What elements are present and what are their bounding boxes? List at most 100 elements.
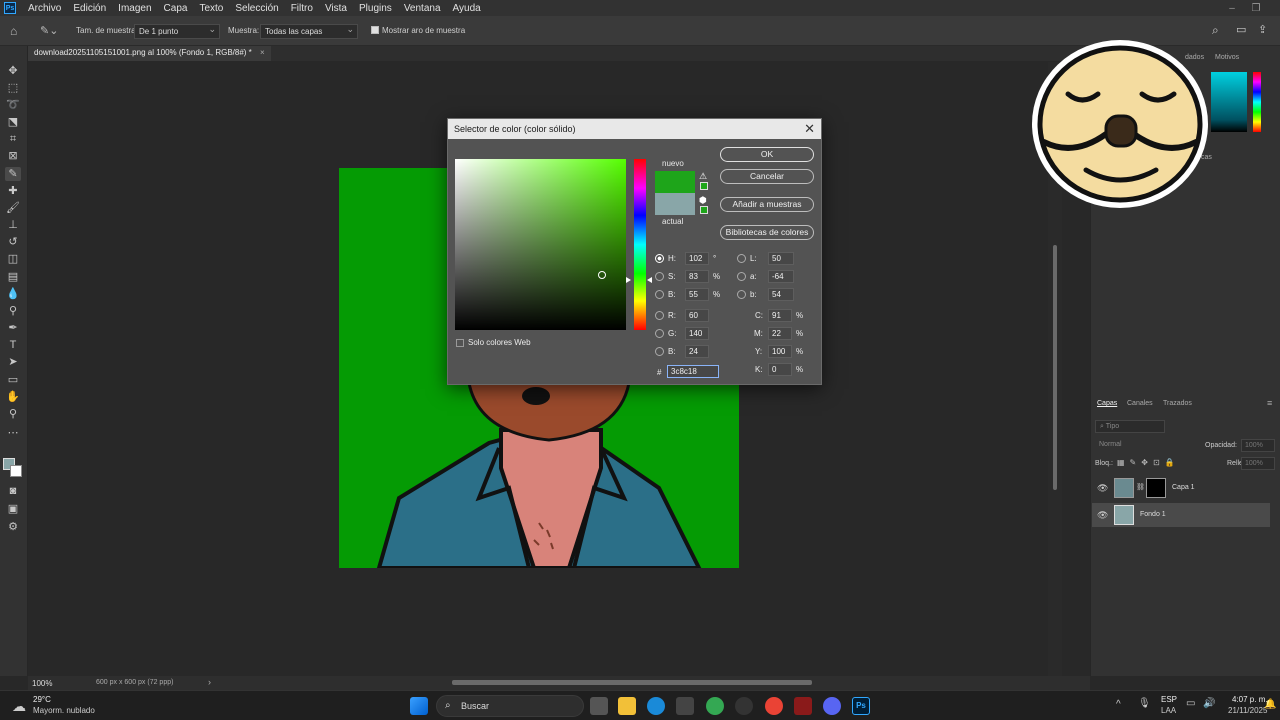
b-input[interactable]: 24	[685, 345, 709, 358]
photoshop-taskbar-icon[interactable]: Ps	[852, 697, 870, 715]
task-view-icon[interactable]	[590, 697, 608, 715]
fill-input[interactable]: 100%	[1241, 457, 1275, 470]
y-input[interactable]: 100	[768, 345, 792, 358]
menu-seleccion[interactable]: Selección	[229, 3, 284, 14]
notification-bell-icon[interactable]: 🔔	[1264, 699, 1276, 710]
m-input[interactable]: 22	[768, 327, 792, 340]
clock-time[interactable]: 4:07 p. m.	[1232, 695, 1268, 704]
workspace-icon[interactable]: ▭	[1236, 23, 1246, 36]
move-tool-icon[interactable]: ✥	[5, 64, 21, 78]
stamp-tool-icon[interactable]: ⊥	[5, 218, 21, 232]
taskbar-search[interactable]: ⌕ Buscar	[436, 695, 584, 717]
visibility-eye-icon[interactable]: 👁	[1097, 483, 1108, 494]
weather-temp[interactable]: 29°C	[33, 695, 51, 704]
clock-date[interactable]: 21/11/2025	[1228, 706, 1267, 715]
healing-tool-icon[interactable]: ✚	[5, 184, 21, 198]
blur-tool-icon[interactable]: 💧	[5, 287, 21, 301]
layer-mask-thumbnail[interactable]	[1146, 478, 1166, 498]
close-tab-icon[interactable]: ×	[260, 48, 265, 57]
sample-size-select[interactable]: De 1 punto	[134, 24, 220, 39]
microphone-icon[interactable]: 🎙	[1138, 698, 1151, 709]
web-only-checkbox[interactable]	[456, 339, 464, 347]
more-tools-icon[interactable]: ⋯	[5, 426, 21, 440]
document-tab[interactable]: download20251105151001.png al 100% (Fond…	[28, 46, 271, 61]
dodge-tool-icon[interactable]: ⚲	[5, 304, 21, 318]
shape-tool-icon[interactable]: ▭	[5, 373, 21, 387]
menu-ayuda[interactable]: Ayuda	[447, 3, 487, 14]
app-icon[interactable]	[735, 697, 753, 715]
share-icon[interactable]: ⇪	[1258, 23, 1267, 36]
chrome-profile-icon[interactable]	[765, 697, 783, 715]
history-brush-icon[interactable]: ↺	[5, 235, 21, 249]
weather-desc[interactable]: Mayorm. nublado	[33, 706, 95, 715]
zoom-level[interactable]: 100%	[32, 679, 52, 688]
layer-row-fondo1[interactable]: 👁 Fondo 1	[1092, 503, 1270, 527]
s-input[interactable]: 83	[685, 270, 709, 283]
k-input[interactable]: 0	[768, 363, 792, 376]
store-icon[interactable]	[676, 697, 694, 715]
status-chevron-icon[interactable]: ›	[208, 677, 211, 687]
radio-r[interactable]	[655, 311, 664, 320]
tab-canales[interactable]: Canales	[1127, 400, 1153, 407]
color-panel-hue[interactable]	[1253, 72, 1261, 132]
r-input[interactable]: 60	[685, 309, 709, 322]
screen-mode-icon[interactable]: ▣	[5, 502, 21, 516]
discord-icon[interactable]	[823, 697, 841, 715]
menu-ventana[interactable]: Ventana	[398, 3, 447, 14]
tab-motivos[interactable]: Motivos	[1215, 54, 1239, 61]
panel-menu-icon[interactable]: ≡	[1267, 398, 1272, 408]
gradient-tool-icon[interactable]: ▤	[5, 270, 21, 284]
radio-l[interactable]	[737, 254, 746, 263]
tray-chevron-icon[interactable]: ^	[1116, 699, 1121, 710]
close-icon[interactable]: ✕	[804, 121, 815, 137]
radio-lab-b[interactable]	[737, 290, 746, 299]
lasso-tool-icon[interactable]: ➰	[5, 98, 21, 112]
language-sub[interactable]: LAA	[1161, 706, 1176, 715]
network-icon[interactable]: ▭	[1186, 698, 1195, 709]
menu-capa[interactable]: Capa	[158, 3, 194, 14]
chain-link-icon[interactable]: ⛓	[1136, 483, 1145, 491]
current-color-swatch[interactable]	[655, 193, 695, 215]
menu-imagen[interactable]: Imagen	[112, 3, 157, 14]
restore-icon[interactable]: ❐	[1244, 0, 1268, 16]
background-color-swatch[interactable]	[10, 465, 22, 477]
lock-icons[interactable]: ▦✎✥⊡🔒	[1117, 458, 1180, 467]
radio-bright[interactable]	[655, 290, 664, 299]
sample-select[interactable]: Todas las capas	[260, 24, 358, 39]
marquee-tool-icon[interactable]: ⬚	[5, 81, 21, 95]
l-input[interactable]: 50	[768, 252, 794, 265]
radio-g[interactable]	[655, 329, 664, 338]
file-explorer-icon[interactable]	[618, 697, 636, 715]
bright-input[interactable]: 55	[685, 288, 709, 301]
pen-tool-icon[interactable]: ✒	[5, 321, 21, 335]
eraser-tool-icon[interactable]: ◫	[5, 252, 21, 266]
gamut-swatch[interactable]	[700, 182, 708, 190]
windows-start-icon[interactable]	[410, 697, 428, 715]
volume-icon[interactable]: 🔊	[1203, 698, 1215, 709]
layer-row-capa1[interactable]: 👁 ⛓ Capa 1	[1092, 476, 1270, 500]
hue-right-arrow[interactable]	[647, 277, 652, 283]
visibility-eye-icon[interactable]: 👁	[1097, 510, 1108, 521]
color-field[interactable]	[455, 159, 626, 330]
vertical-scroll-thumb[interactable]	[1053, 245, 1057, 490]
radio-s[interactable]	[655, 272, 664, 281]
minimize-icon[interactable]: –	[1220, 0, 1244, 16]
hue-left-arrow[interactable]	[626, 277, 631, 283]
crop-tool-icon[interactable]: ⌗	[5, 132, 21, 146]
menu-vista[interactable]: Vista	[319, 3, 353, 14]
blend-mode-select[interactable]: Normal	[1095, 439, 1185, 452]
tab-trazados[interactable]: Trazados	[1163, 400, 1192, 407]
a-input[interactable]: -64	[768, 270, 794, 283]
generative-icon[interactable]: ⚙	[5, 520, 21, 534]
tab-capas[interactable]: Capas	[1097, 400, 1117, 407]
add-swatch-button[interactable]: Añadir a muestras	[720, 197, 814, 212]
layer-filter-input[interactable]: ⌕ Tipo	[1095, 420, 1165, 433]
web-safe-warning-icon[interactable]: ⬢	[699, 195, 707, 206]
language-indicator[interactable]: ESP	[1161, 695, 1177, 704]
path-select-icon[interactable]: ➤	[5, 355, 21, 369]
home-icon[interactable]: ⌂	[10, 24, 17, 38]
hex-input[interactable]: 3c8c18	[667, 365, 719, 378]
quick-mask-icon[interactable]: ◙	[5, 484, 21, 498]
c-input[interactable]: 91	[768, 309, 792, 322]
edge-icon[interactable]	[647, 697, 665, 715]
